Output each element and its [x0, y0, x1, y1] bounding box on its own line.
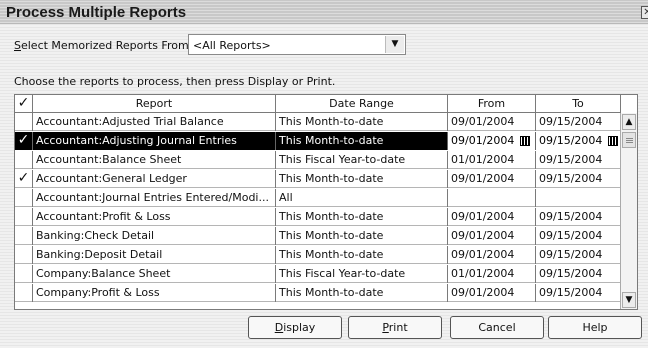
from-date-input[interactable]: 09/01/2004 [448, 132, 536, 150]
to-date[interactable]: 09/15/2004 [536, 170, 621, 188]
from-date[interactable]: 09/01/2004 [448, 170, 536, 188]
calendar-icon[interactable] [520, 136, 531, 146]
date-range[interactable]: This Fiscal Year-to-date [276, 151, 448, 169]
row-checkbox[interactable] [15, 113, 33, 131]
report-name: Accountant:Adjusted Trial Balance [33, 113, 276, 131]
header-check: ✓ [15, 95, 33, 113]
cancel-button[interactable]: Cancel [450, 316, 544, 339]
scroll-thumb[interactable] [622, 132, 636, 148]
dialog-body: Select Memorized Reports From <All Repor… [0, 24, 648, 348]
to-date-value: 09/15/2004 [539, 134, 603, 147]
row-checkbox[interactable] [15, 265, 33, 283]
calendar-icon[interactable] [608, 136, 619, 146]
to-date[interactable]: 09/15/2004 [536, 208, 621, 226]
label-underlined-char: S [14, 39, 21, 52]
from-date-value: 09/01/2004 [451, 134, 515, 147]
table-row[interactable]: Accountant:Journal Entries Entered/Modi.… [15, 189, 621, 207]
report-name: Company:Balance Sheet [33, 265, 276, 283]
header-to: To [536, 95, 621, 113]
grip-icon [626, 137, 633, 143]
row-checkbox[interactable] [15, 189, 33, 207]
report-name: Banking:Deposit Detail [33, 246, 276, 264]
table-row[interactable]: Banking:Check Detail This Month-to-date … [15, 227, 621, 245]
table-row[interactable]: Accountant:Balance Sheet This Fiscal Yea… [15, 151, 621, 169]
report-name: Banking:Check Detail [33, 227, 276, 245]
table-row-selected[interactable]: ✓ Accountant:Adjusting Journal Entries T… [15, 132, 621, 150]
label-text: elect Memorized Reports From [20, 39, 189, 52]
date-range[interactable]: This Month-to-date [276, 113, 448, 131]
close-icon[interactable]: ✕ [641, 6, 648, 19]
row-checkbox[interactable] [15, 208, 33, 226]
report-name: Accountant:Balance Sheet [33, 151, 276, 169]
to-date[interactable]: 09/15/2004 [536, 284, 621, 302]
date-range[interactable]: This Month-to-date [276, 246, 448, 264]
print-label: rint [388, 321, 408, 334]
table-row[interactable]: Company:Balance Sheet This Fiscal Year-t… [15, 265, 621, 283]
table-row[interactable]: Banking:Deposit Detail This Month-to-dat… [15, 246, 621, 264]
instructions-text: Choose the reports to process, then pres… [14, 75, 336, 88]
from-date[interactable] [448, 189, 536, 207]
table-row[interactable]: Accountant:Adjusted Trial Balance This M… [15, 113, 621, 131]
print-button[interactable]: Print [348, 316, 442, 339]
header-from: From [448, 95, 536, 113]
table-row[interactable]: Accountant:Profit & Loss This Month-to-d… [15, 208, 621, 226]
vertical-scrollbar[interactable]: ▲ ▼ [620, 113, 637, 309]
from-date[interactable]: 09/01/2004 [448, 227, 536, 245]
date-range[interactable]: This Month-to-date [276, 132, 448, 150]
table-row[interactable]: Company:Profit & Loss This Month-to-date… [15, 284, 621, 302]
chevron-down-icon[interactable]: ▼ [385, 36, 404, 53]
date-range[interactable]: All [276, 189, 448, 207]
from-date[interactable]: 09/01/2004 [448, 284, 536, 302]
to-date-input[interactable]: 09/15/2004 [536, 132, 621, 150]
scroll-up-icon[interactable]: ▲ [622, 114, 636, 130]
date-range[interactable]: This Month-to-date [276, 227, 448, 245]
row-checkbox[interactable] [15, 151, 33, 169]
from-date[interactable]: 09/01/2004 [448, 246, 536, 264]
row-checkbox[interactable] [15, 246, 33, 264]
display-button[interactable]: Display [248, 316, 342, 339]
report-name: Accountant:Journal Entries Entered/Modi.… [33, 189, 276, 207]
from-date[interactable]: 01/01/2004 [448, 151, 536, 169]
report-name: Accountant:Adjusting Journal Entries [33, 132, 276, 150]
display-mnemonic: D [274, 321, 284, 334]
memorized-reports-select[interactable]: <All Reports> ▼ [188, 34, 406, 55]
title-bar: Process Multiple Reports ✕ [0, 0, 648, 24]
scroll-down-icon[interactable]: ▼ [622, 292, 636, 308]
memorized-reports-label: Select Memorized Reports From [14, 39, 189, 52]
select-value: <All Reports> [193, 39, 271, 52]
row-checkbox[interactable]: ✓ [15, 170, 33, 188]
to-date[interactable]: 09/15/2004 [536, 227, 621, 245]
report-name: Accountant:Profit & Loss [33, 208, 276, 226]
date-range[interactable]: This Fiscal Year-to-date [276, 265, 448, 283]
reports-table: ✓ Report Date Range From To Accountant:A… [14, 94, 638, 310]
row-checkbox[interactable] [15, 284, 33, 302]
report-name: Company:Profit & Loss [33, 284, 276, 302]
date-range[interactable]: This Month-to-date [276, 208, 448, 226]
header-date-range: Date Range [276, 95, 448, 113]
row-checkbox[interactable]: ✓ [15, 132, 33, 150]
header-report: Report [33, 95, 276, 113]
from-date[interactable]: 09/01/2004 [448, 113, 536, 131]
to-date[interactable]: 09/15/2004 [536, 265, 621, 283]
to-date[interactable]: 09/15/2004 [536, 151, 621, 169]
row-checkbox[interactable] [15, 227, 33, 245]
table-row[interactable]: ✓ Accountant:General Ledger This Month-t… [15, 170, 621, 188]
report-name: Accountant:General Ledger [33, 170, 276, 188]
to-date[interactable]: 09/15/2004 [536, 246, 621, 264]
window-title: Process Multiple Reports [6, 4, 187, 21]
help-button[interactable]: Help [548, 316, 642, 339]
from-date[interactable]: 01/01/2004 [448, 265, 536, 283]
display-label: isplay [283, 321, 316, 334]
table-header: ✓ Report Date Range From To [15, 95, 621, 113]
to-date[interactable]: 09/15/2004 [536, 113, 621, 131]
from-date[interactable]: 09/01/2004 [448, 208, 536, 226]
to-date[interactable] [536, 189, 621, 207]
date-range[interactable]: This Month-to-date [276, 284, 448, 302]
date-range[interactable]: This Month-to-date [276, 170, 448, 188]
